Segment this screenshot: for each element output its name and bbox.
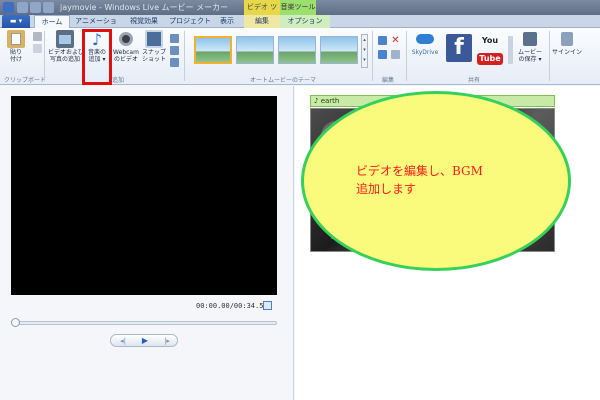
film-photo-icon bbox=[56, 30, 74, 48]
snapshot-label-1: スナップ bbox=[141, 49, 166, 56]
group-separator bbox=[372, 31, 373, 81]
clipboard-group-label: クリップボード bbox=[4, 77, 47, 84]
edit-group-label: 編集 bbox=[382, 77, 395, 84]
copy-icon[interactable] bbox=[33, 44, 42, 53]
youtube-you-text: You bbox=[481, 36, 499, 45]
undo-icon[interactable] bbox=[30, 2, 41, 13]
automovie-theme-4[interactable] bbox=[320, 36, 358, 64]
save-icon[interactable] bbox=[17, 2, 28, 13]
cut-icon[interactable] bbox=[33, 32, 42, 41]
context-video-tools: ビデオ ツール bbox=[244, 0, 280, 26]
rotate-right-icon[interactable] bbox=[378, 50, 387, 59]
window-title: jaymovie - Windows Live ムービー メーカー bbox=[60, 3, 229, 12]
save-movie-label-1: ムービー bbox=[517, 49, 542, 56]
seek-thumb[interactable] bbox=[11, 318, 20, 327]
app-menu-icon[interactable] bbox=[3, 2, 14, 13]
snapshot-icon bbox=[145, 30, 163, 48]
skydrive-button[interactable]: SkyDrive bbox=[408, 30, 442, 56]
themes-group-label: オートムービーのテーマ bbox=[250, 77, 317, 84]
save-movie-button[interactable]: ムービー の保存 ▾ bbox=[514, 30, 546, 63]
add-music-highlight-box bbox=[82, 29, 112, 85]
group-separator bbox=[549, 31, 550, 81]
tab-animation[interactable]: アニメーション bbox=[72, 15, 120, 38]
title-bar: jaymovie - Windows Live ムービー メーカー ビデオ ツー… bbox=[0, 0, 600, 26]
add-group-label: 追加 bbox=[112, 77, 125, 84]
add-credits-icon[interactable] bbox=[170, 58, 179, 67]
signin-button[interactable]: サインイン bbox=[551, 30, 583, 56]
tab-view[interactable]: 表示 bbox=[214, 15, 240, 28]
group-separator bbox=[44, 31, 45, 81]
theme-gallery-scroll[interactable]: ▴ ▾ ▾ bbox=[361, 34, 368, 68]
tab-home[interactable]: ホーム bbox=[34, 15, 70, 29]
snapshot-button[interactable]: スナップ ショット bbox=[141, 30, 167, 63]
rotate-left-icon[interactable] bbox=[378, 36, 387, 45]
preview-pane: 00:00.00/00:34.50 ◂| ▶ |▸ bbox=[0, 86, 294, 400]
facebook-icon[interactable]: f bbox=[446, 34, 472, 62]
signin-icon bbox=[558, 30, 576, 48]
webcam-icon bbox=[117, 30, 135, 48]
redo-icon[interactable] bbox=[43, 2, 54, 13]
add-video-photo-label-1: ビデオおよび bbox=[48, 49, 85, 56]
paste-label-2: 付け bbox=[9, 56, 22, 63]
ribbon-tab-row: ▬ ▾ ホーム アニメーション 視覚効果 プロジェクト 表示 編集 オプション bbox=[0, 15, 600, 38]
annotation-line-2: 追加します bbox=[356, 182, 417, 196]
play-button[interactable]: ▶ bbox=[135, 336, 155, 346]
automovie-theme-1[interactable] bbox=[194, 36, 232, 64]
select-all-icon[interactable] bbox=[391, 50, 400, 59]
share-more-icon[interactable] bbox=[508, 36, 513, 64]
file-menu-tab[interactable]: ▬ ▾ bbox=[2, 15, 30, 28]
next-frame-button[interactable]: |▸ bbox=[157, 336, 177, 346]
tab-visual-effects[interactable]: 視覚効果 bbox=[124, 15, 164, 28]
automovie-theme-3[interactable] bbox=[278, 36, 316, 64]
add-video-photo-label-2: 写真の追加 bbox=[49, 56, 80, 63]
previous-frame-button[interactable]: ◂| bbox=[113, 336, 133, 346]
webcam-label-2: のビデオ bbox=[113, 56, 138, 63]
webcam-label-1: Webcam bbox=[113, 49, 139, 56]
webcam-video-button[interactable]: Webcam のビデオ bbox=[112, 30, 140, 63]
share-group-label: 共有 bbox=[468, 77, 481, 84]
annotation-text: ビデオを編集し、BGM 追加します bbox=[356, 162, 483, 198]
timecode: 00:00.00/00:34.50 bbox=[196, 302, 268, 310]
snapshot-label-2: ショット bbox=[141, 56, 166, 63]
paste-label-1: 貼り bbox=[9, 49, 22, 56]
expand-preview-icon[interactable] bbox=[263, 301, 272, 310]
group-separator bbox=[406, 31, 407, 81]
playback-controls: ◂| ▶ |▸ bbox=[110, 334, 178, 347]
context-music-tools: 音楽ツール bbox=[280, 0, 316, 15]
skydrive-cloud-icon bbox=[416, 30, 434, 48]
save-movie-icon bbox=[521, 30, 539, 48]
skydrive-label: SkyDrive bbox=[411, 49, 439, 56]
add-video-photo-button[interactable]: ビデオおよび 写真の追加 bbox=[48, 30, 85, 63]
video-preview[interactable] bbox=[11, 96, 277, 295]
youtube-tube-text: Tube bbox=[477, 53, 503, 65]
annotation-line-1: ビデオを編集し、BGM bbox=[356, 164, 483, 178]
paste-button[interactable]: 貼り 付け bbox=[4, 30, 28, 63]
automovie-theme-2[interactable] bbox=[236, 36, 274, 64]
youtube-icon[interactable]: You Tube bbox=[476, 36, 504, 65]
seek-bar[interactable] bbox=[11, 321, 277, 325]
add-caption-icon[interactable] bbox=[170, 46, 179, 55]
tab-options[interactable]: オプション bbox=[280, 15, 330, 28]
delete-icon[interactable]: ✕ bbox=[391, 36, 400, 46]
save-movie-label-2: の保存 ▾ bbox=[518, 56, 542, 63]
tab-project[interactable]: プロジェクト bbox=[168, 15, 212, 28]
add-title-icon[interactable] bbox=[170, 34, 179, 43]
group-separator bbox=[184, 31, 185, 81]
paste-icon bbox=[7, 30, 25, 48]
tab-edit[interactable]: 編集 bbox=[244, 15, 280, 28]
signin-label: サインイン bbox=[551, 49, 582, 56]
